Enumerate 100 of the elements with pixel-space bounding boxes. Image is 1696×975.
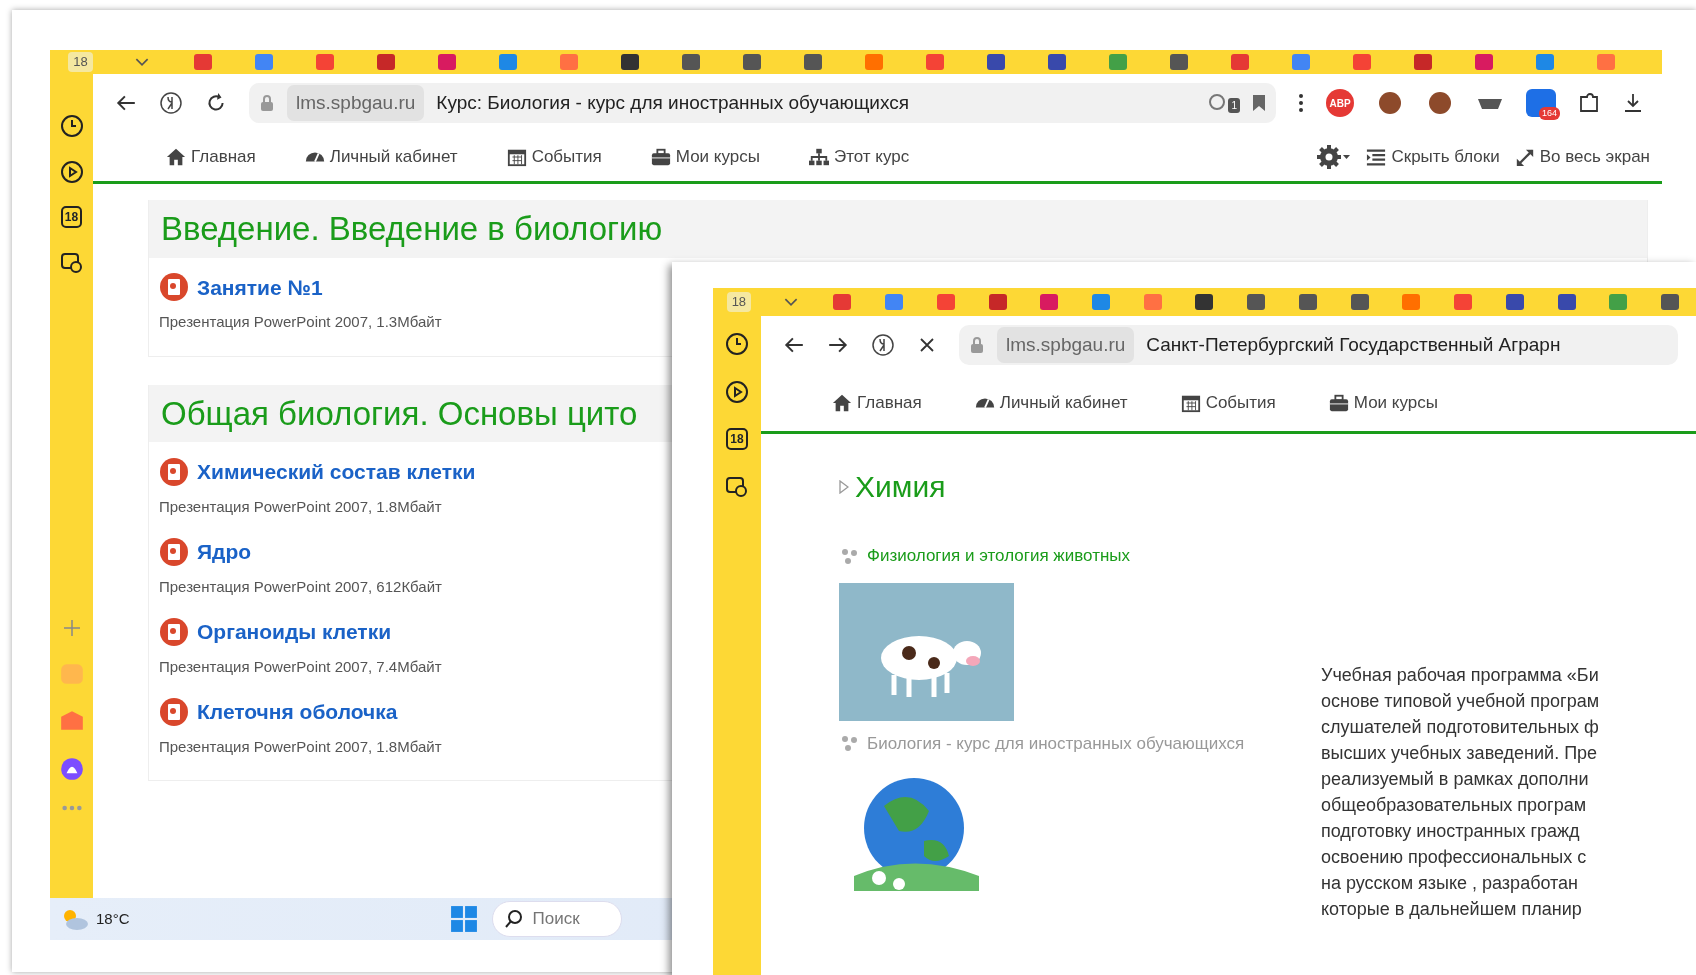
- taskbar-search-field[interactable]: Поиск: [491, 901, 622, 937]
- page-title: Санкт-Петербургский Государственный Аграрн: [1146, 332, 1562, 357]
- section-title: Химия: [855, 469, 946, 505]
- browser-logo-icon[interactable]: [871, 333, 895, 357]
- tab-favicon-icon[interactable]: [1505, 294, 1524, 310]
- resource-details: Презентация PowerPoint 2007, 7.4Мбайт: [159, 656, 442, 677]
- description-line: основе типовой учебной програм: [1321, 690, 1600, 713]
- more-vertical-icon[interactable]: [1298, 93, 1304, 113]
- nav-link[interactable]: Личный кабинет: [973, 389, 1128, 416]
- course-link[interactable]: Физиология и этология животных: [867, 543, 1131, 569]
- nav-link[interactable]: Скрыть блоки: [1365, 143, 1500, 170]
- description-line: реализуемый в рамках дополни: [1321, 768, 1590, 791]
- home-link[interactable]: Главная: [831, 389, 922, 416]
- temperature-text: 18°C: [96, 908, 130, 929]
- resource-link[interactable]: Ядро: [197, 536, 252, 568]
- translate-count: 1: [1228, 98, 1240, 113]
- extension-icon[interactable]: [1376, 89, 1404, 117]
- nav-link[interactable]: Мои курсы: [1327, 389, 1438, 416]
- presentation-file-icon: [159, 272, 189, 303]
- nav-link[interactable]: Личный кабинет: [303, 143, 458, 170]
- tab-favicon-icon[interactable]: [620, 54, 639, 70]
- resource-link[interactable]: Занятие №1: [197, 271, 323, 303]
- nav-link[interactable]: Мои курсы: [649, 143, 760, 170]
- resource-link[interactable]: Клеточня оболочка: [197, 696, 398, 728]
- url-text: lms.spbgau.ru: [287, 84, 425, 122]
- play-icon[interactable]: [59, 160, 84, 184]
- nav-link[interactable]: Во весь экран: [1513, 143, 1650, 170]
- tab-favicon-icon[interactable]: [1247, 294, 1266, 310]
- clock-icon[interactable]: [725, 332, 749, 356]
- presentation-file-icon: [159, 536, 189, 567]
- tab-favicon-icon[interactable]: [1195, 294, 1214, 310]
- nav-link[interactable]: События: [505, 143, 602, 170]
- chevron-down-icon[interactable]: [134, 57, 149, 67]
- description-line: освоению профессиональных с: [1321, 846, 1588, 869]
- home-icon: [831, 392, 853, 413]
- nav-link[interactable]: Этот курс: [807, 143, 910, 170]
- tab-favicon-icon[interactable]: [1557, 294, 1576, 310]
- adblock-extension-icon[interactable]: ABP: [1326, 89, 1354, 117]
- tab-favicon-icon[interactable]: [1169, 54, 1188, 70]
- tab-favicon-icon[interactable]: [1047, 54, 1066, 70]
- puzzle-icon[interactable]: [1578, 92, 1600, 114]
- tab-favicon-icon[interactable]: [1413, 54, 1432, 70]
- home-icon: [165, 146, 187, 167]
- download-icon[interactable]: [1622, 92, 1644, 114]
- url-text: lms.spbgau.ru: [997, 326, 1135, 364]
- tab-favicon-icon[interactable]: [1661, 294, 1680, 310]
- section-title: Введение. Введение в биологию: [161, 209, 663, 249]
- tab-favicon-icon[interactable]: [681, 54, 700, 70]
- resource-details: Презентация PowerPoint 2007, 1.8Мбайт: [159, 736, 442, 757]
- section-title: Общая биология. Основы цито: [161, 393, 638, 434]
- description-line: слушателей подготовительных ф: [1321, 716, 1600, 739]
- play-icon[interactable]: [725, 380, 749, 404]
- resource-details: Презентация PowerPoint 2007, 1.3Мбайт: [159, 312, 442, 332]
- page-title: Курс: Биология - курс для иностранных обучающихся: [436, 90, 911, 115]
- resource-link[interactable]: Органоиды клетки: [197, 616, 392, 648]
- tab-favicon-icon[interactable]: [1298, 294, 1317, 310]
- tab-favicon-icon[interactable]: [988, 294, 1007, 310]
- presentation-file-icon: [159, 456, 189, 487]
- tab-counter[interactable]: 18: [68, 52, 93, 72]
- lock-icon: [969, 336, 985, 354]
- description-line: высших учебных заведений. Пре: [1321, 742, 1599, 765]
- description-line: подготовку иностранных гражд: [1321, 820, 1581, 843]
- tab-counter[interactable]: 18: [726, 292, 752, 312]
- tab-favicon-icon[interactable]: [376, 54, 395, 70]
- presentation-file-icon: [159, 616, 189, 647]
- sitemap-icon: [807, 146, 830, 167]
- clock-icon[interactable]: [59, 114, 84, 138]
- assistant-icon[interactable]: [58, 756, 85, 782]
- tab-favicon-icon[interactable]: [803, 54, 822, 70]
- description-line: Учебная рабочая программа «Би: [1321, 664, 1600, 687]
- camera-icon[interactable]: [59, 250, 84, 274]
- tab-favicon-icon[interactable]: [986, 54, 1005, 70]
- gauge-icon: [973, 396, 996, 409]
- resource-details: Презентация PowerPoint 2007, 612Кбайт: [159, 576, 442, 597]
- settings-icon[interactable]: [1317, 144, 1352, 169]
- triangle-right-icon[interactable]: [839, 479, 849, 494]
- home-link[interactable]: Главная: [165, 143, 256, 170]
- description-line: которые в дальнейшем планир: [1321, 898, 1583, 921]
- chevron-down-icon[interactable]: [783, 297, 798, 307]
- course-icon: [839, 733, 859, 754]
- address-bar[interactable]: lms.spbgau.ru Санкт-Петербургский Государственный Аграрн: [959, 325, 1678, 365]
- bookmark-icon[interactable]: [1252, 94, 1266, 112]
- tab-favicon-icon[interactable]: [742, 54, 761, 70]
- description-line: на русском языке , разработан: [1321, 872, 1580, 895]
- start-icon[interactable]: [449, 905, 478, 933]
- browser-logo-icon[interactable]: [159, 91, 183, 115]
- address-bar[interactable]: lms.spbgau.ru Курс: Биология - курс для иностранных обучающихся 1: [249, 83, 1276, 123]
- resource-details: Презентация PowerPoint 2007, 1.8Мбайт: [159, 496, 442, 517]
- resource-link[interactable]: Химический состав клетки: [197, 456, 476, 488]
- extension-badge: 164: [1538, 106, 1560, 120]
- briefcase-icon: [1327, 392, 1350, 413]
- calendar-day-icon[interactable]: 18: [726, 428, 748, 450]
- tab-favicon-icon[interactable]: [1350, 294, 1369, 310]
- calendar-day-icon[interactable]: 18: [60, 206, 83, 228]
- gauge-icon: [303, 150, 326, 163]
- nav-link[interactable]: События: [1179, 389, 1276, 416]
- camera-icon[interactable]: [725, 474, 749, 498]
- presentation-file-icon: [159, 696, 189, 727]
- lock-icon: [259, 94, 275, 112]
- extension-icon[interactable]: [1426, 89, 1454, 117]
